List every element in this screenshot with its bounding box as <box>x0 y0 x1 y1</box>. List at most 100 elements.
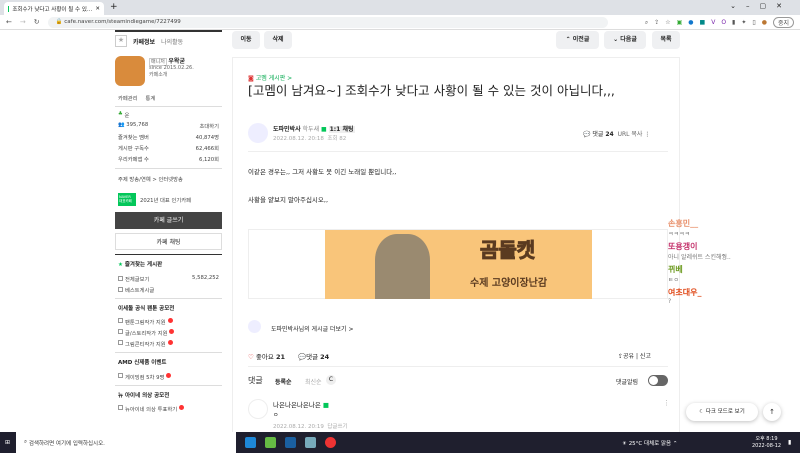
reload-icon[interactable]: ↻ <box>34 18 40 26</box>
cafe-chat-button[interactable]: 카페 채팅 <box>115 233 222 250</box>
dark-mode-button[interactable]: ☾ 다크 모드로 보기 <box>686 403 758 421</box>
comments-label[interactable]: 댓글 <box>592 131 603 138</box>
board-link[interactable]: 뉴아이네 의상 투표하기 <box>125 405 177 413</box>
author-avatar[interactable] <box>248 123 268 143</box>
scroll-top-button[interactable]: ↑ <box>763 403 781 421</box>
puzzle-icon[interactable]: ✦ <box>741 19 746 26</box>
taskbar-search[interactable]: ⌕ 검색하려면 여기에 입력하십시오. <box>16 432 236 453</box>
extension-icon[interactable]: O <box>721 19 726 26</box>
close-tab-icon[interactable]: ✕ <box>95 6 100 12</box>
sidepanel-icon[interactable]: ▯ <box>752 19 755 26</box>
move-button[interactable]: 이동 <box>232 31 260 49</box>
cafe-manage-link[interactable]: 카페관리 <box>118 94 138 102</box>
board-link[interactable]: 팬툰그림작가 지원 <box>125 318 166 326</box>
vscode-icon[interactable] <box>285 437 296 448</box>
sort-registered[interactable]: 등록순 <box>275 377 292 386</box>
board-link[interactable]: 글/스토리작가 지원 <box>125 329 167 337</box>
share-icon[interactable]: ⇪ <box>654 19 659 26</box>
prev-post-button[interactable]: ⌃ 이전글 <box>556 31 599 49</box>
new-tab-button[interactable]: + <box>110 2 118 12</box>
dark-mode-label: 다크 모드로 보기 <box>705 409 745 415</box>
extension-icon[interactable]: ▣ <box>677 19 683 26</box>
board-link[interactable]: 그림콘티작가 지원 <box>125 340 166 348</box>
delete-button[interactable]: 삭제 <box>264 31 292 49</box>
extension-icon[interactable]: ■ <box>700 19 706 26</box>
like-button[interactable]: ♡ 좋아요 21 <box>248 351 285 361</box>
invite-link[interactable]: 초대하기 <box>200 122 220 130</box>
favorite-boards-title[interactable]: 즐겨찾는 게시판 <box>125 262 162 268</box>
banner-title: 곰돌캣 <box>479 238 536 263</box>
board-link[interactable]: ◙ 고멤 게시판 > <box>248 73 292 82</box>
url-copy-button[interactable]: URL 복사 <box>618 131 643 138</box>
forward-icon[interactable]: → <box>20 18 26 26</box>
one-on-one-chat[interactable]: 1:1 채팅 <box>328 126 355 133</box>
board-link[interactable]: 게이밍컴 5차 9명 <box>125 373 164 381</box>
star-icon: ★ <box>118 262 123 268</box>
naver-badge: NAVER 대표카페 <box>118 193 136 206</box>
windows-start-icon[interactable]: ⊞ <box>5 439 10 446</box>
stat-value: 40,874명 <box>195 135 219 141</box>
url-input[interactable]: 🔒 cafe.naver.com/steamindiegame/7227499 <box>47 16 608 28</box>
comments-button[interactable]: 💬댓글 24 <box>298 351 329 361</box>
extension-icon[interactable]: V <box>711 19 715 26</box>
minecraft-icon[interactable] <box>265 437 276 448</box>
chrome-icon[interactable] <box>325 437 336 448</box>
refresh-icon[interactable]: C <box>326 375 336 385</box>
extension-icon[interactable]: ▮ <box>732 19 735 26</box>
next-label: 다음글 <box>620 36 637 43</box>
url-text: cafe.naver.com/steamindiegame/7227499 <box>64 19 181 25</box>
tab-cafe-info[interactable]: 카페정보 <box>133 37 155 46</box>
prev-label: 이전글 <box>572 36 590 43</box>
favorite-star-icon[interactable]: ★ <box>115 35 127 47</box>
share-button[interactable]: 공유 <box>623 353 634 360</box>
body-paragraph: 이같은 경우는,, 그저 사황도 못 이긴 노래일 뿐입니다,, <box>248 168 397 176</box>
zoom-icon[interactable]: ⌕ <box>645 19 648 27</box>
comments-label: 댓글 <box>306 353 319 361</box>
tab-my-activity[interactable]: 나의활동 <box>161 37 183 46</box>
list-button[interactable]: 목록 <box>652 31 680 49</box>
ad-banner[interactable]: 곰돌캣 수제 고양이장난감 <box>248 229 668 299</box>
avatar[interactable]: ● <box>762 19 767 26</box>
stats-link[interactable]: 통계 <box>146 94 156 102</box>
extension-icon[interactable]: ● <box>688 19 693 26</box>
report-button[interactable]: 신고 <box>640 353 651 360</box>
notification-icon[interactable]: ▮ <box>788 439 791 446</box>
comment-text: ㅇ <box>273 412 279 419</box>
write-post-button[interactable]: 카페 글쓰기 <box>115 212 222 229</box>
post-date: 2022.08.12. 20:18 <box>273 136 324 142</box>
board-all[interactable]: 전체글보기 <box>125 277 149 283</box>
section-title: 뉴 아이네 의상 공모전 <box>115 384 222 404</box>
cafe-owner[interactable]: 우왁굳 <box>168 58 185 65</box>
commenter-name[interactable]: 나은나은나은나은 <box>273 401 321 409</box>
level: 운 <box>124 113 130 119</box>
more-posts-link[interactable]: 도파민박사님의 게시글 더보기 > <box>271 324 354 333</box>
banner-image: 곰돌캣 수제 고양이장난감 <box>325 230 592 299</box>
author-avatar <box>248 320 261 333</box>
sort-newest[interactable]: 최신순 <box>305 377 322 386</box>
reply-button[interactable]: 답글쓰기 <box>327 424 347 430</box>
cafe-topic[interactable]: 주제 방송/연예 > 인터넷방송 <box>118 175 183 183</box>
board-best[interactable]: 베스트게시글 <box>125 288 154 294</box>
next-post-button[interactable]: ⌄ 다음글 <box>604 31 646 49</box>
bookmark-star-icon[interactable]: ☆ <box>665 19 670 26</box>
author-name[interactable]: 도파민박사 <box>273 126 301 133</box>
app-icon[interactable] <box>305 437 316 448</box>
browser-tab[interactable]: 조회수가 낮다고 사황이 될 수 있… ✕ <box>4 2 104 15</box>
comments-count: 24 <box>605 131 614 138</box>
back-icon[interactable]: ← <box>6 18 12 26</box>
chat-nick: 손흥민__ <box>668 219 699 228</box>
profile-button[interactable]: 중지 <box>772 17 794 28</box>
weather[interactable]: ☀ 25°C 대체로 맑음 ⌃ <box>622 439 677 447</box>
more-icon[interactable]: ⋮ <box>644 131 650 138</box>
stat-label: 즐겨찾는 멤버 <box>118 135 149 141</box>
clock[interactable]: 오후 8:19 2022-08-12 <box>752 436 781 450</box>
cafe-profile: 매니저 우왁굳 since 2015.02.26. 카페소개 <box>115 50 222 92</box>
window-controls[interactable]: ⌄–▢✕ <box>730 2 792 10</box>
extensions: ⌕ ⇪ ☆ ▣ ● ■ V O ▮ ✦ ▯ ● 중지 <box>645 17 794 28</box>
comment-more-icon[interactable]: ⋮ <box>663 399 670 407</box>
cafe-intro-link[interactable]: 카페소개 <box>149 72 167 78</box>
commenter-avatar[interactable] <box>248 399 268 419</box>
edge-icon[interactable] <box>245 437 256 448</box>
cat-image <box>375 234 430 299</box>
comment-notify-toggle[interactable] <box>648 375 668 386</box>
